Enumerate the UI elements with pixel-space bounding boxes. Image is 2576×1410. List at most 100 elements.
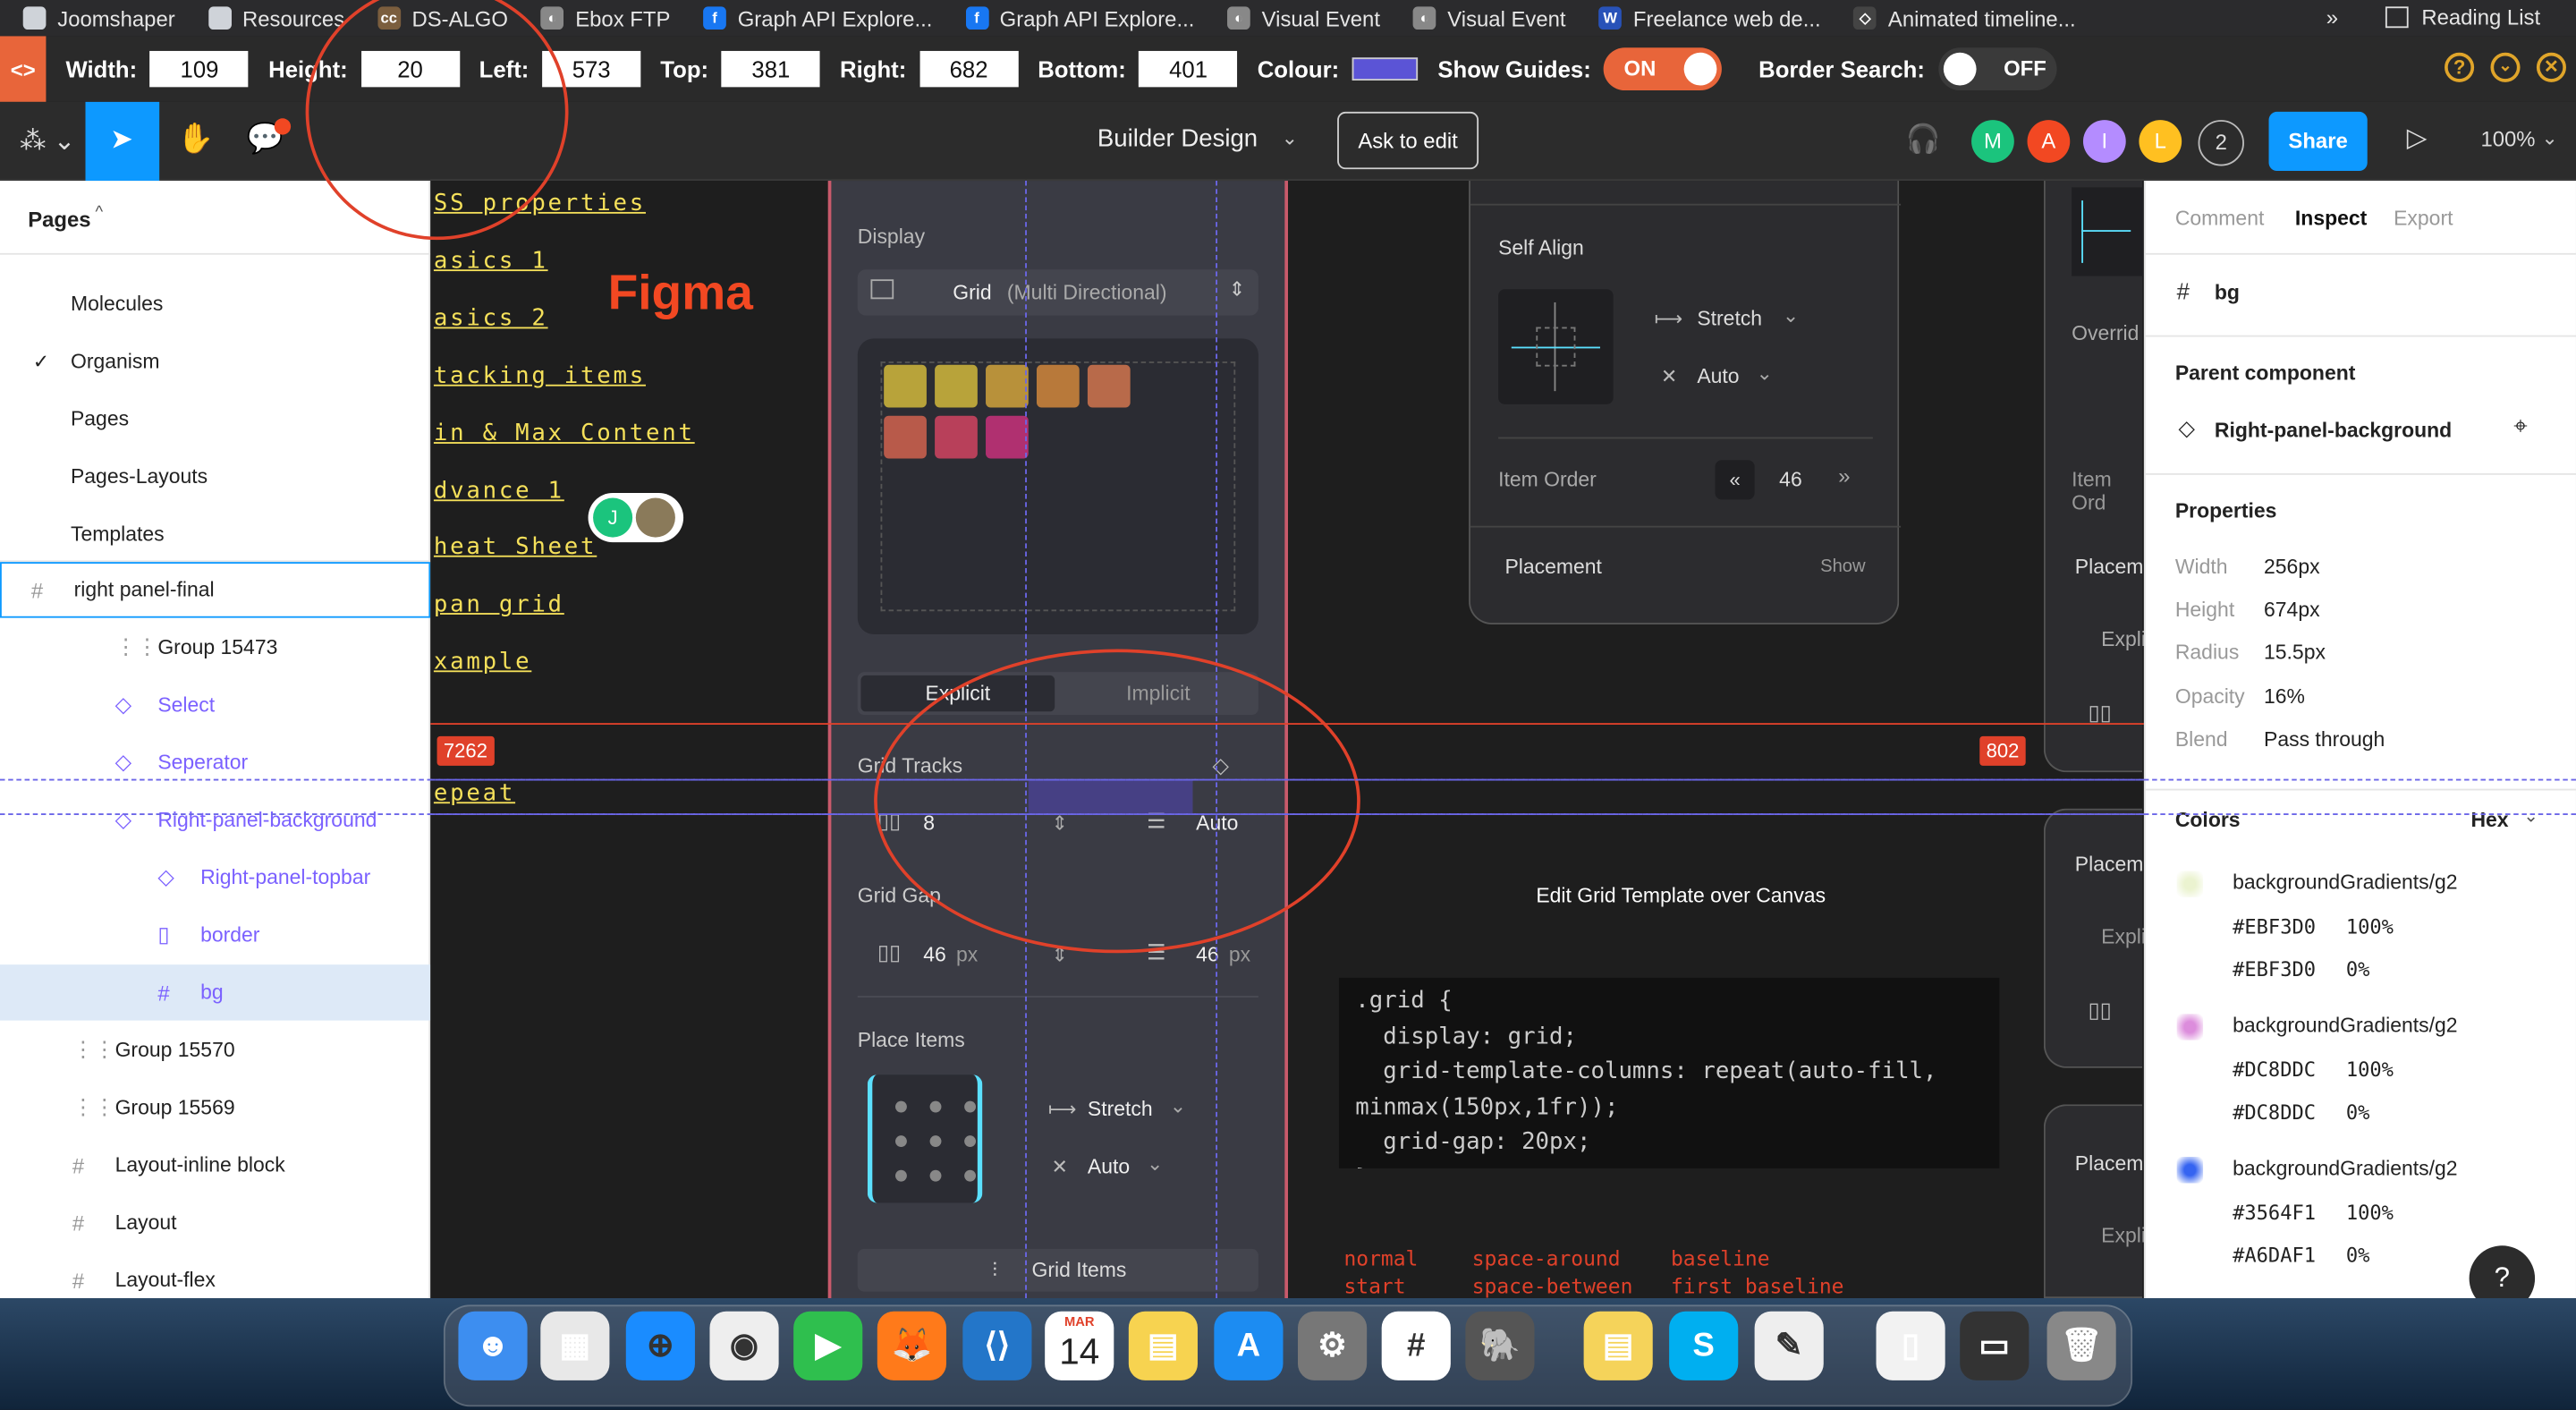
headphones-icon[interactable]: 🎧: [1906, 123, 1941, 157]
zoom-chevron-icon[interactable]: ⌄: [2541, 126, 2557, 149]
doc-link[interactable]: xample: [434, 650, 531, 675]
viewer-count[interactable]: 2: [2198, 120, 2244, 166]
tab-comment[interactable]: Comment: [2175, 207, 2265, 230]
bookmark-item[interactable]: Joomshaper: [22, 5, 175, 30]
facetime-icon[interactable]: ▶: [793, 1311, 863, 1380]
tab-inspect[interactable]: Inspect: [2295, 207, 2367, 230]
settings-icon[interactable]: ⚙: [1298, 1311, 1368, 1380]
page-item[interactable]: Molecules: [0, 276, 430, 332]
extension-logo-icon[interactable]: <>: [0, 36, 47, 102]
doc-link[interactable]: pan grid: [434, 592, 564, 618]
chevron-down-icon[interactable]: ⌄: [1756, 361, 1772, 385]
top-field[interactable]: 381: [721, 50, 820, 88]
colour-swatch[interactable]: [1352, 57, 1419, 81]
bookmark-item[interactable]: ◐ Visual Event: [1227, 5, 1380, 30]
right-field[interactable]: 682: [919, 50, 1019, 88]
zoom-level[interactable]: 100%: [2480, 126, 2535, 151]
bookmark-item[interactable]: ◐ Ebox FTP: [540, 5, 670, 30]
order-decrement-button[interactable]: «: [1715, 460, 1755, 500]
firefox-icon[interactable]: 🦊: [877, 1311, 946, 1380]
avatar[interactable]: L: [2139, 120, 2182, 163]
chevron-down-icon[interactable]: ⌄: [2523, 805, 2538, 827]
notes-icon[interactable]: ▤: [1128, 1311, 1198, 1380]
layer-item[interactable]: ◇ Select: [0, 677, 430, 733]
figma-menu-icon[interactable]: ⁂ ⌄: [20, 125, 75, 158]
place-horizontal-value[interactable]: Stretch: [1088, 1098, 1153, 1121]
layer-item[interactable]: ⋮⋮ Group 15569: [0, 1080, 430, 1135]
avatar[interactable]: M: [1971, 120, 2014, 163]
doc-link[interactable]: dvance 1: [434, 478, 564, 504]
bookmark-item[interactable]: f Graph API Explore...: [965, 5, 1194, 30]
close-icon[interactable]: ✕: [2536, 52, 2566, 82]
color-swatch[interactable]: [2176, 1014, 2204, 1041]
bookmark-item[interactable]: ◐ Visual Event: [1412, 5, 1566, 30]
present-icon[interactable]: ▷: [2407, 122, 2428, 155]
layer-item[interactable]: ▯ border: [0, 907, 430, 963]
bottom-field[interactable]: 401: [1139, 50, 1238, 88]
doc-link[interactable]: tacking items: [434, 362, 646, 388]
chrome-icon[interactable]: ◉: [709, 1311, 779, 1380]
file-title[interactable]: Builder Design: [1097, 125, 1258, 153]
cursor-avatars[interactable]: J: [588, 493, 684, 543]
doc-link[interactable]: asics 1: [434, 248, 548, 274]
placement-show-button[interactable]: Show: [1820, 557, 1866, 577]
avatar[interactable]: A: [2027, 120, 2071, 163]
collapse-icon[interactable]: ⌄: [2490, 52, 2521, 82]
layer-item[interactable]: ◇ Seperator: [0, 735, 430, 790]
stickies-icon[interactable]: ▤: [1583, 1311, 1653, 1380]
color-format-select[interactable]: Hex: [2470, 809, 2508, 832]
color-swatch[interactable]: [2176, 1157, 2204, 1184]
layer-item[interactable]: ◇ Right-panel-topbar: [0, 850, 430, 905]
slack-icon[interactable]: #: [1381, 1311, 1451, 1380]
help-icon[interactable]: ?: [2445, 52, 2475, 82]
doc-link[interactable]: asics 2: [434, 305, 548, 331]
page-item[interactable]: Pages-Layouts: [0, 448, 430, 504]
target-icon[interactable]: ⌖: [2513, 412, 2528, 440]
place-vertical-value[interactable]: Auto: [1088, 1155, 1130, 1178]
self-align-vertical[interactable]: Auto: [1697, 365, 1739, 388]
layer-item[interactable]: ⋮⋮ Group 15473: [0, 619, 430, 675]
skype-icon[interactable]: S: [1669, 1311, 1739, 1380]
layer-item[interactable]: # bg: [0, 964, 431, 1021]
order-increment-button[interactable]: »: [1838, 463, 1850, 488]
bookmarks-more[interactable]: »: [2326, 5, 2338, 30]
finder-icon[interactable]: ☻: [458, 1311, 528, 1380]
color-swatch[interactable]: [2176, 871, 2204, 897]
appstore-icon[interactable]: A: [1214, 1311, 1284, 1380]
place-items-picker[interactable]: [867, 1074, 983, 1203]
doc-link[interactable]: epeat: [434, 780, 515, 806]
layer-item[interactable]: # Layout: [0, 1194, 430, 1250]
grid-preview[interactable]: [857, 338, 1258, 634]
page-item[interactable]: Templates: [0, 506, 430, 562]
page-item[interactable]: ✓ Organism: [0, 334, 430, 389]
guides-toggle[interactable]: ON: [1604, 47, 1723, 91]
layer-item[interactable]: ⋮⋮ Group 15570: [0, 1022, 430, 1077]
grid-items-button[interactable]: ⫶ Grid Items: [857, 1248, 1258, 1292]
doc-link[interactable]: in & Max Content: [434, 420, 695, 446]
tableplus-icon[interactable]: 🐘: [1465, 1311, 1535, 1380]
reading-list[interactable]: Reading List: [2385, 5, 2540, 30]
share-button[interactable]: Share: [2268, 111, 2368, 172]
docx-icon[interactable]: ▯: [1876, 1311, 1945, 1380]
bookmark-item[interactable]: W Freelance web de...: [1598, 5, 1821, 30]
width-field[interactable]: 109: [149, 50, 250, 88]
border-toggle[interactable]: OFF: [1937, 47, 2056, 91]
chevron-down-icon[interactable]: ⌄: [1282, 126, 1298, 149]
layer-item[interactable]: # Layout-inline block: [0, 1137, 430, 1193]
chevron-up-icon[interactable]: ^: [96, 204, 104, 222]
chevron-down-icon[interactable]: ⌄: [1170, 1094, 1186, 1117]
chevron-down-icon[interactable]: ⌄: [1783, 304, 1799, 327]
safari-icon[interactable]: ⊕: [625, 1311, 695, 1380]
move-tool[interactable]: ➤: [85, 101, 160, 182]
doc-link[interactable]: heat Sheet: [434, 535, 597, 561]
pages-header[interactable]: Pages: [28, 207, 90, 232]
tab-export[interactable]: Export: [2394, 207, 2453, 230]
vscode-icon[interactable]: ⟨⟩: [962, 1311, 1032, 1380]
avatar[interactable]: I: [2082, 120, 2126, 163]
trash-icon[interactable]: 🗑: [2046, 1311, 2116, 1380]
bookmark-item[interactable]: ◇ Animated timeline...: [1853, 5, 2076, 30]
display-select[interactable]: Grid (Multi Directional) ⇕: [857, 269, 1258, 316]
launchpad-icon[interactable]: ▦: [540, 1311, 610, 1380]
bookmark-item[interactable]: Resources: [208, 5, 344, 30]
hand-tool-icon[interactable]: ✋: [177, 122, 214, 157]
